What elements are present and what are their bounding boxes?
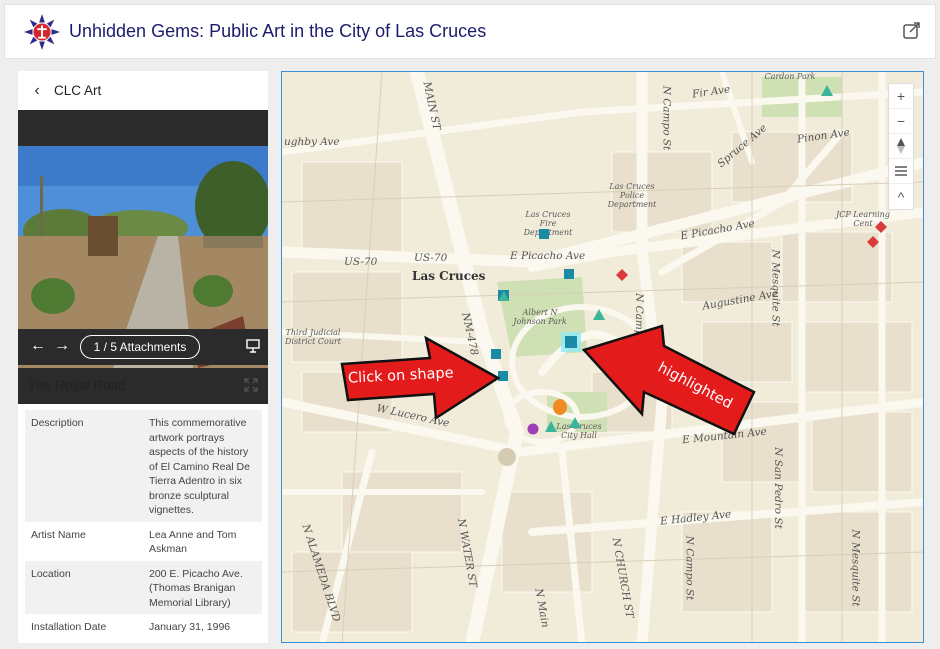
art-marker-square[interactable] <box>562 267 576 281</box>
attribute-value: January 31, 1996 <box>149 621 231 633</box>
feature-panel: ‹ CLC Art ← → 1 / 5 Attachments The Roya… <box>18 71 268 643</box>
next-attachment-icon[interactable]: → <box>54 337 70 355</box>
attachment-controls: ← → 1 / 5 Attachments <box>18 329 268 365</box>
feature-title-row: The Royal Road <box>18 365 268 405</box>
attribute-key: Location <box>31 567 71 580</box>
art-marker-diamond[interactable] <box>874 220 888 234</box>
attribute-value: Lea Anne and Tom Askman <box>149 528 237 556</box>
place-label: Third Judicial District Court <box>284 328 342 346</box>
art-marker-triangle[interactable] <box>820 84 834 98</box>
collapse-chevron-icon[interactable]: ^ <box>889 184 913 209</box>
art-marker-circle[interactable] <box>526 422 540 436</box>
art-marker-square[interactable] <box>537 227 551 241</box>
attribute-key: Description <box>31 417 84 429</box>
attribute-value: 200 E. Picacho Ave. (Thomas Branigan Mem… <box>149 567 243 609</box>
street-label: US-70 <box>414 252 448 264</box>
street-label: US-70 <box>344 256 378 268</box>
back-chevron-icon[interactable]: ‹ <box>24 82 50 100</box>
art-marker-triangle[interactable] <box>592 308 606 322</box>
street-label: N Mesquite St <box>849 529 862 607</box>
expand-icon[interactable] <box>244 378 258 392</box>
feature-title: The Royal Road <box>28 377 126 393</box>
previous-attachment-icon[interactable]: ← <box>30 337 46 355</box>
share-icon[interactable] <box>901 19 923 41</box>
street-label: N San Pedro St <box>771 447 784 529</box>
street-label: N Campo St <box>683 535 696 601</box>
map-view[interactable]: MAIN ST ughby Ave Fir Ave Spruce Ave Pin… <box>281 71 924 643</box>
zoom-in-button[interactable]: + <box>889 84 913 109</box>
layer-list-icon[interactable] <box>889 159 913 184</box>
panel-header: ‹ CLC Art <box>18 71 268 110</box>
attachments-count-button[interactable]: 1 / 5 Attachments <box>80 335 200 359</box>
attribute-key: Installation Date <box>31 621 107 633</box>
art-marker-orange[interactable] <box>552 398 568 416</box>
table-row: Installation Date January 31, 1996 <box>25 614 262 639</box>
app-title: Unhidden Gems: Public Art in the City of… <box>69 21 487 41</box>
city-label: Las Cruces <box>412 269 486 283</box>
table-row: Description This commemorative artwork p… <box>25 410 262 522</box>
art-marker-diamond[interactable] <box>866 235 880 249</box>
attachment-options-icon[interactable] <box>244 337 262 355</box>
zoom-out-button[interactable]: − <box>889 109 913 134</box>
place-label: Cardon Park <box>764 72 816 81</box>
table-row: Location 200 E. Picacho Ave. (Thomas Bra… <box>25 560 262 614</box>
street-label: N Campo St <box>660 85 673 151</box>
table-row: Artist Name Lea Anne and Tom Askman <box>25 522 262 561</box>
attachment-viewer <box>18 110 268 404</box>
art-marker-diamond[interactable] <box>615 268 629 282</box>
attribute-key: Artist Name <box>31 528 86 541</box>
art-marker-triangle[interactable] <box>544 420 558 434</box>
panel-title: CLC Art <box>54 83 102 98</box>
street-label: E Picacho Ave <box>510 250 586 262</box>
street-label: N Mesquite St <box>769 249 782 327</box>
app-header: Unhidden Gems: Public Art in the City of… <box>4 4 936 59</box>
compass-icon[interactable] <box>889 134 913 159</box>
art-marker-triangle[interactable] <box>568 416 582 430</box>
art-marker-highlighted[interactable] <box>560 331 582 353</box>
attribute-value: This commemorative artwork portrays aspe… <box>149 417 250 516</box>
art-marker-square[interactable] <box>496 288 512 304</box>
street-label: ughby Ave <box>284 136 340 148</box>
attribute-table: Description This commemorative artwork p… <box>25 410 262 639</box>
place-label: Las Cruces Police Department <box>607 182 657 209</box>
place-label: Albert N Johnson Park <box>513 308 567 326</box>
map-controls: + − ^ <box>888 83 914 210</box>
sun-logo-icon <box>23 13 61 51</box>
